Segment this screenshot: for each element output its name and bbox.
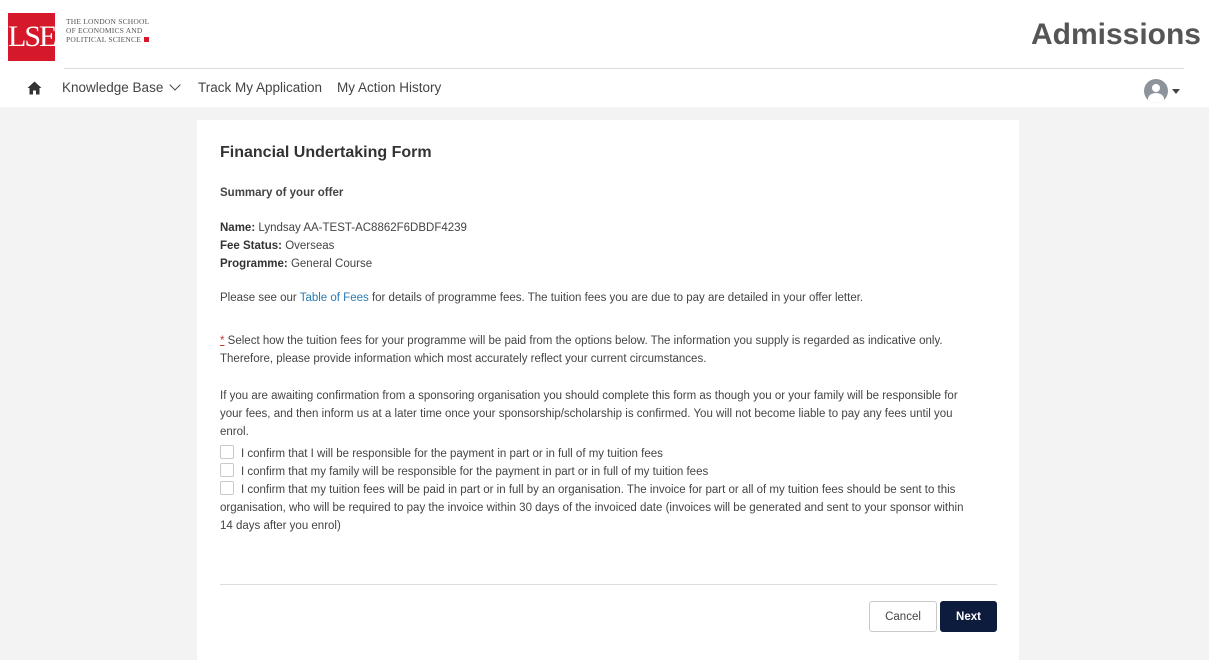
summary-heading: Summary of your offer [220, 187, 344, 199]
instruction-text: * Select how the tuition fees for your p… [220, 332, 943, 368]
financial-undertaking-card: Financial Undertaking Form Summary of yo… [197, 120, 1019, 660]
table-of-fees-link[interactable]: Table of Fees [300, 292, 369, 304]
instruction-line-2: Therefore, please provide information wh… [220, 353, 707, 365]
name-label: Name: [220, 222, 256, 234]
programme-label: Programme: [220, 258, 288, 270]
form-footer-divider [220, 584, 997, 585]
instruction-line-1: Select how the tuition fees for your pro… [224, 335, 943, 347]
nav-knowledge-base[interactable]: Knowledge Base [62, 79, 181, 95]
nav-knowledge-base-label: Knowledge Base [62, 80, 164, 95]
sponsor-text: If you are awaiting confirmation from a … [220, 387, 958, 441]
lse-logo[interactable]: LSE [8, 13, 57, 61]
fees-info: Please see our Table of Fees for details… [220, 289, 863, 307]
fees-info-pre: Please see our [220, 292, 300, 304]
home-icon[interactable] [27, 81, 42, 95]
checkbox-organisation-responsible[interactable] [220, 481, 234, 495]
logo-line-2: of Economics and [66, 26, 143, 35]
fee-status-label: Fee Status: [220, 240, 282, 252]
name-value: Lyndsay AA-TEST-AC8862F6DBDF4239 [258, 222, 467, 234]
programme-row: Programme: General Course [220, 255, 372, 273]
caret-down-icon[interactable] [1172, 89, 1180, 94]
sponsor-line-1: If you are awaiting confirmation from a … [220, 390, 958, 402]
cancel-button[interactable]: Cancel [869, 601, 937, 632]
sponsor-line-2: your fees, and then inform us at a later… [220, 408, 953, 420]
nav-my-action-history[interactable]: My Action History [337, 80, 441, 95]
option-self-responsible-label: I confirm that I will be responsible for… [241, 448, 663, 460]
option-organisation-label-2: organisation, who will be required to pa… [220, 502, 964, 514]
option-self-responsible[interactable]: I confirm that I will be responsible for… [220, 445, 1000, 463]
site-header: LSE The London School of Economics and P… [0, 0, 1209, 69]
logo-line-1: The London School [66, 17, 150, 26]
sponsor-line-3: enrol. [220, 426, 249, 438]
top-navigation: Knowledge Base Track My Application My A… [0, 69, 1209, 107]
next-button[interactable]: Next [940, 601, 997, 632]
logo-red-square-icon [144, 37, 149, 42]
checkbox-self-responsible[interactable] [220, 445, 234, 459]
fee-status-value: Overseas [285, 240, 335, 252]
page-brand-title: Admissions [1030, 18, 1201, 51]
chevron-down-icon [169, 79, 181, 91]
programme-value: General Course [290, 258, 373, 270]
option-organisation-label-3: 14 days after you enrol) [220, 520, 341, 532]
user-avatar-icon[interactable] [1144, 79, 1168, 103]
option-family-responsible[interactable]: I confirm that my family will be respons… [220, 463, 1000, 481]
fee-status-row: Fee Status: Overseas [220, 237, 334, 255]
form-title: Financial Undertaking Form [220, 144, 432, 161]
nav-track-my-application[interactable]: Track My Application [198, 80, 322, 95]
lse-logo-wordmark: The London School of Economics and Polit… [66, 17, 149, 44]
name-row: Name: Lyndsay AA-TEST-AC8862F6DBDF4239 [220, 219, 467, 237]
logo-line-3: Political Science [66, 35, 141, 44]
option-organisation-responsible[interactable]: I confirm that my tuition fees will be p… [220, 481, 1000, 535]
option-family-responsible-label: I confirm that my family will be respons… [241, 466, 709, 478]
checkbox-family-responsible[interactable] [220, 463, 234, 477]
fees-info-post: for details of programme fees. The tuiti… [368, 292, 864, 304]
option-organisation-label-1: I confirm that my tuition fees will be p… [241, 484, 956, 496]
